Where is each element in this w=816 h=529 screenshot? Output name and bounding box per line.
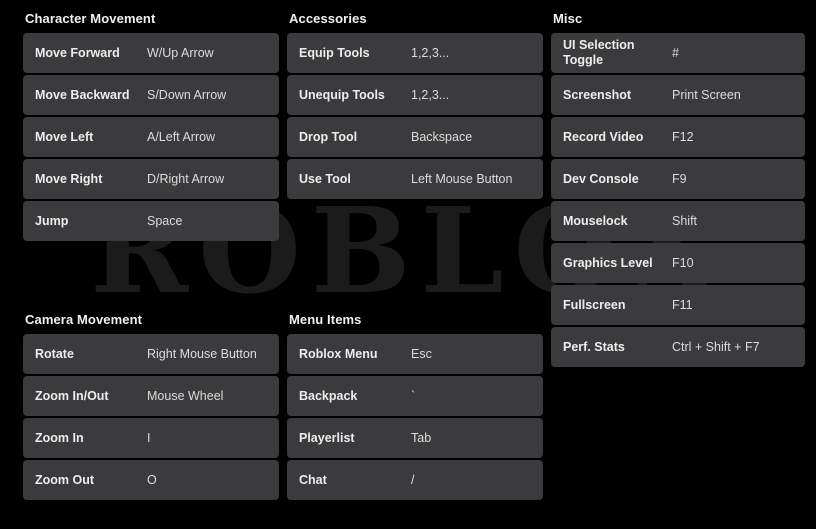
keybinding-row[interactable]: Fullscreen F11 bbox=[551, 285, 805, 325]
keybinding-value: 1,2,3... bbox=[411, 87, 450, 102]
keybinding-value: F12 bbox=[672, 129, 694, 144]
keybinding-row[interactable]: Chat / bbox=[287, 460, 543, 500]
keybinding-action: Zoom Out bbox=[35, 472, 95, 487]
keybinding-row[interactable]: Unequip Tools 1,2,3... bbox=[287, 75, 543, 115]
group-misc: Misc UI Selection Toggle # Screenshot Pr… bbox=[551, 12, 805, 367]
keybinding-row[interactable]: Move Right D/Right Arrow bbox=[23, 159, 279, 199]
group-title-accessories: Accessories bbox=[289, 11, 367, 26]
group-camera-movement: Camera Movement Rotate Right Mouse Butto… bbox=[23, 313, 279, 500]
keybinding-action: Screenshot bbox=[563, 87, 632, 102]
keybinding-action: Move Backward bbox=[35, 87, 130, 102]
keybinding-row[interactable]: Zoom Out O bbox=[23, 460, 279, 500]
keybinding-value: / bbox=[411, 472, 415, 487]
keybinding-row[interactable]: Zoom In I bbox=[23, 418, 279, 458]
group-rows-character-movement: Move Forward W/Up Arrow Move Backward S/… bbox=[23, 33, 279, 241]
keybinding-row[interactable]: Dev Console F9 bbox=[551, 159, 805, 199]
keybinding-action: Unequip Tools bbox=[299, 87, 385, 102]
keybinding-action: Perf. Stats bbox=[563, 339, 625, 354]
keybinding-row[interactable]: Move Forward W/Up Arrow bbox=[23, 33, 279, 73]
keybinding-action: Chat bbox=[299, 472, 327, 487]
keybinding-value: 1,2,3... bbox=[411, 45, 450, 60]
keybinding-value: # bbox=[672, 45, 679, 60]
keybinding-row[interactable]: Playerlist Tab bbox=[287, 418, 543, 458]
keybinding-action: Move Right bbox=[35, 171, 103, 186]
keybinding-action: Playerlist bbox=[299, 430, 355, 445]
group-character-movement: Character Movement Move Forward W/Up Arr… bbox=[23, 12, 279, 241]
keybinding-action: Roblox Menu bbox=[299, 346, 378, 361]
keybinding-value: Tab bbox=[411, 430, 432, 445]
keybinding-row[interactable]: Move Left A/Left Arrow bbox=[23, 117, 279, 157]
keybinding-row[interactable]: Zoom In/Out Mouse Wheel bbox=[23, 376, 279, 416]
keybinding-value: W/Up Arrow bbox=[147, 45, 214, 60]
keybinding-value: F9 bbox=[672, 171, 687, 186]
keybinding-action: Equip Tools bbox=[299, 45, 370, 60]
group-menu-items: Menu Items Roblox Menu Esc Backpack ` Pl… bbox=[287, 313, 543, 500]
keybinding-row[interactable]: Perf. Stats Ctrl + Shift + F7 bbox=[551, 327, 805, 367]
keybinding-value: ` bbox=[411, 388, 416, 403]
keybinding-value: Print Screen bbox=[672, 87, 741, 102]
keybinding-action: Zoom In bbox=[35, 430, 84, 445]
keybinding-value: F10 bbox=[672, 255, 694, 270]
keybinding-action: Mouselock bbox=[563, 213, 628, 228]
group-title-misc: Misc bbox=[553, 11, 583, 26]
keybinding-action: Rotate bbox=[35, 346, 74, 361]
group-rows-menu-items: Roblox Menu Esc Backpack ` Playerlist Ta… bbox=[287, 334, 543, 500]
keybinding-value: I bbox=[147, 430, 151, 445]
keybinding-row[interactable]: Drop Tool Backspace bbox=[287, 117, 543, 157]
group-title-character-movement: Character Movement bbox=[25, 11, 156, 26]
group-rows-accessories: Equip Tools 1,2,3... Unequip Tools 1,2,3… bbox=[287, 33, 543, 199]
keybinding-action: Fullscreen bbox=[563, 297, 626, 312]
keybinding-action: Move Forward bbox=[35, 45, 120, 60]
keybinding-value: Left Mouse Button bbox=[411, 171, 513, 186]
keybinding-row[interactable]: Jump Space bbox=[23, 201, 279, 241]
keybinding-value: Space bbox=[147, 213, 183, 228]
keybinding-action: Move Left bbox=[35, 129, 94, 144]
keybinding-row[interactable]: Rotate Right Mouse Button bbox=[23, 334, 279, 374]
keybinding-action: Backpack bbox=[299, 388, 358, 403]
keybinding-row[interactable]: Roblox Menu Esc bbox=[287, 334, 543, 374]
keybinding-value: D/Right Arrow bbox=[147, 171, 225, 186]
keybinding-value: A/Left Arrow bbox=[147, 129, 216, 144]
keybinding-action: Graphics Level bbox=[563, 255, 653, 270]
keybinding-row[interactable]: Use Tool Left Mouse Button bbox=[287, 159, 543, 199]
keybinding-value: O bbox=[147, 472, 157, 487]
keybinding-value: Shift bbox=[672, 213, 698, 228]
group-accessories: Accessories Equip Tools 1,2,3... Unequip… bbox=[287, 12, 543, 199]
keybinding-row[interactable]: Mouselock Shift bbox=[551, 201, 805, 241]
keybinding-action: Zoom In/Out bbox=[35, 388, 109, 403]
keybinding-action: UI Selection Toggle bbox=[563, 38, 635, 67]
keybinding-action: Dev Console bbox=[563, 171, 639, 186]
group-title-menu-items: Menu Items bbox=[289, 312, 362, 327]
keybinding-row[interactable]: Screenshot Print Screen bbox=[551, 75, 805, 115]
group-rows-misc: UI Selection Toggle # Screenshot Print S… bbox=[551, 33, 805, 367]
keybinding-value: Mouse Wheel bbox=[147, 388, 224, 403]
keybinding-value: Ctrl + Shift + F7 bbox=[672, 339, 760, 354]
keybinding-row[interactable]: Backpack ` bbox=[287, 376, 543, 416]
keybinding-value: Esc bbox=[411, 346, 432, 361]
keybinding-row[interactable]: UI Selection Toggle # bbox=[551, 33, 805, 73]
keybinding-row[interactable]: Graphics Level F10 bbox=[551, 243, 805, 283]
group-title-camera-movement: Camera Movement bbox=[25, 312, 143, 327]
keybinding-value: S/Down Arrow bbox=[147, 87, 227, 102]
group-rows-camera-movement: Rotate Right Mouse Button Zoom In/Out Mo… bbox=[23, 334, 279, 500]
keybinding-row[interactable]: Equip Tools 1,2,3... bbox=[287, 33, 543, 73]
keybinding-value: F11 bbox=[672, 297, 693, 312]
keybinding-action: Drop Tool bbox=[299, 129, 358, 144]
keybinding-action: Use Tool bbox=[299, 171, 351, 186]
keybindings-panel: Character Movement Move Forward W/Up Arr… bbox=[0, 0, 816, 529]
keybinding-action: Record Video bbox=[563, 129, 644, 144]
keybinding-action: Jump bbox=[35, 213, 69, 228]
keybinding-value: Backspace bbox=[411, 129, 473, 144]
keybinding-value: Right Mouse Button bbox=[147, 346, 257, 361]
keybinding-row[interactable]: Move Backward S/Down Arrow bbox=[23, 75, 279, 115]
keybinding-row[interactable]: Record Video F12 bbox=[551, 117, 805, 157]
